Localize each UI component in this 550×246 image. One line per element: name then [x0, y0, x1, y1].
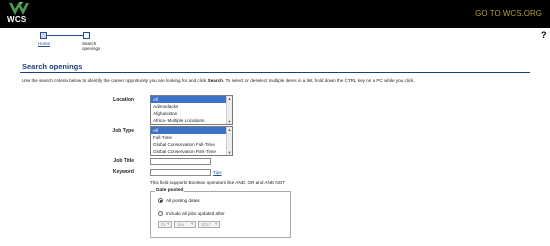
page-title: Search openings [22, 62, 83, 71]
job-type-listbox[interactable]: All Full-Time Global Conservation Full-T… [150, 126, 233, 156]
intro-text: Use the search criteria below to identif… [22, 78, 415, 83]
job-type-option[interactable]: Full-Time [151, 134, 232, 141]
updated-after-label[interactable]: Include all jobs updated after [166, 211, 225, 216]
step-search-label: Search openings [82, 41, 100, 51]
all-dates-radio[interactable] [158, 198, 163, 203]
job-type-option[interactable]: All [151, 127, 232, 134]
day-select[interactable]: 01 ▼ [158, 221, 172, 228]
boolean-note: This field supports Boolean operators li… [150, 180, 286, 185]
intro-text-a: Use the search criteria below to identif… [22, 78, 208, 83]
job-type-label: Job Type [112, 128, 134, 134]
scroll-up-icon[interactable]: ▲ [227, 127, 232, 132]
location-listbox[interactable]: All Adirondacks Afghanistan Africa- Mult… [150, 95, 233, 125]
job-type-scrollbar[interactable]: ▲ ▼ [226, 127, 232, 155]
progress-steps: Home Search openings [36, 30, 116, 56]
top-bar: WCS GO TO WCS.ORG [0, 0, 550, 28]
intro-text-bold: Search [207, 78, 223, 83]
logo-text: WCS [7, 15, 27, 24]
all-dates-label[interactable]: All posting dates [166, 198, 200, 203]
step-search-line2: openings [82, 46, 101, 51]
scroll-down-icon[interactable]: ▼ [227, 150, 232, 155]
job-title-label: Job Title [113, 158, 134, 164]
location-option[interactable]: Afghanistan [151, 110, 232, 117]
location-label: Location [113, 97, 134, 103]
step-search-marker [83, 32, 90, 39]
location-option[interactable]: Adirondacks [151, 103, 232, 110]
goto-wcs-link[interactable]: GO TO WCS.ORG [475, 9, 542, 18]
keyword-input[interactable] [150, 169, 211, 176]
step-home-link[interactable]: Home [38, 41, 50, 46]
title-divider [20, 72, 530, 73]
date-posted-legend: Date posted [155, 188, 185, 193]
intro-text-b: . To select or deselect multiple items i… [222, 78, 415, 83]
location-option[interactable]: Africa- Multiple Locations [151, 117, 232, 124]
location-scrollbar[interactable]: ▲ ▼ [226, 96, 232, 124]
scroll-down-icon[interactable]: ▼ [227, 119, 232, 124]
chevron-down-icon: ▼ [214, 222, 218, 226]
year-select[interactable]: 2017 ▼ [198, 221, 220, 228]
job-type-option[interactable]: Global Conservation Full-Time [151, 141, 232, 148]
keyword-label: Keyword [112, 169, 134, 175]
help-icon[interactable]: ? [541, 30, 547, 40]
location-option[interactable]: All [151, 96, 232, 103]
month-select[interactable]: Jan ▼ [174, 221, 196, 228]
updated-after-radio[interactable] [158, 211, 163, 216]
tips-link[interactable]: Tips [213, 170, 222, 175]
job-title-input[interactable] [150, 158, 211, 165]
year-select-value: 2017 [201, 222, 211, 227]
month-select-value: Jan [177, 222, 185, 227]
job-type-option[interactable]: Global Conservation Part-Time [151, 148, 232, 155]
day-select-value: 01 [161, 222, 166, 227]
step-connector [43, 35, 86, 36]
scroll-up-icon[interactable]: ▲ [227, 96, 232, 101]
chevron-down-icon: ▼ [190, 222, 194, 226]
step-home-marker[interactable] [40, 32, 47, 39]
chevron-down-icon: ▼ [166, 222, 170, 226]
